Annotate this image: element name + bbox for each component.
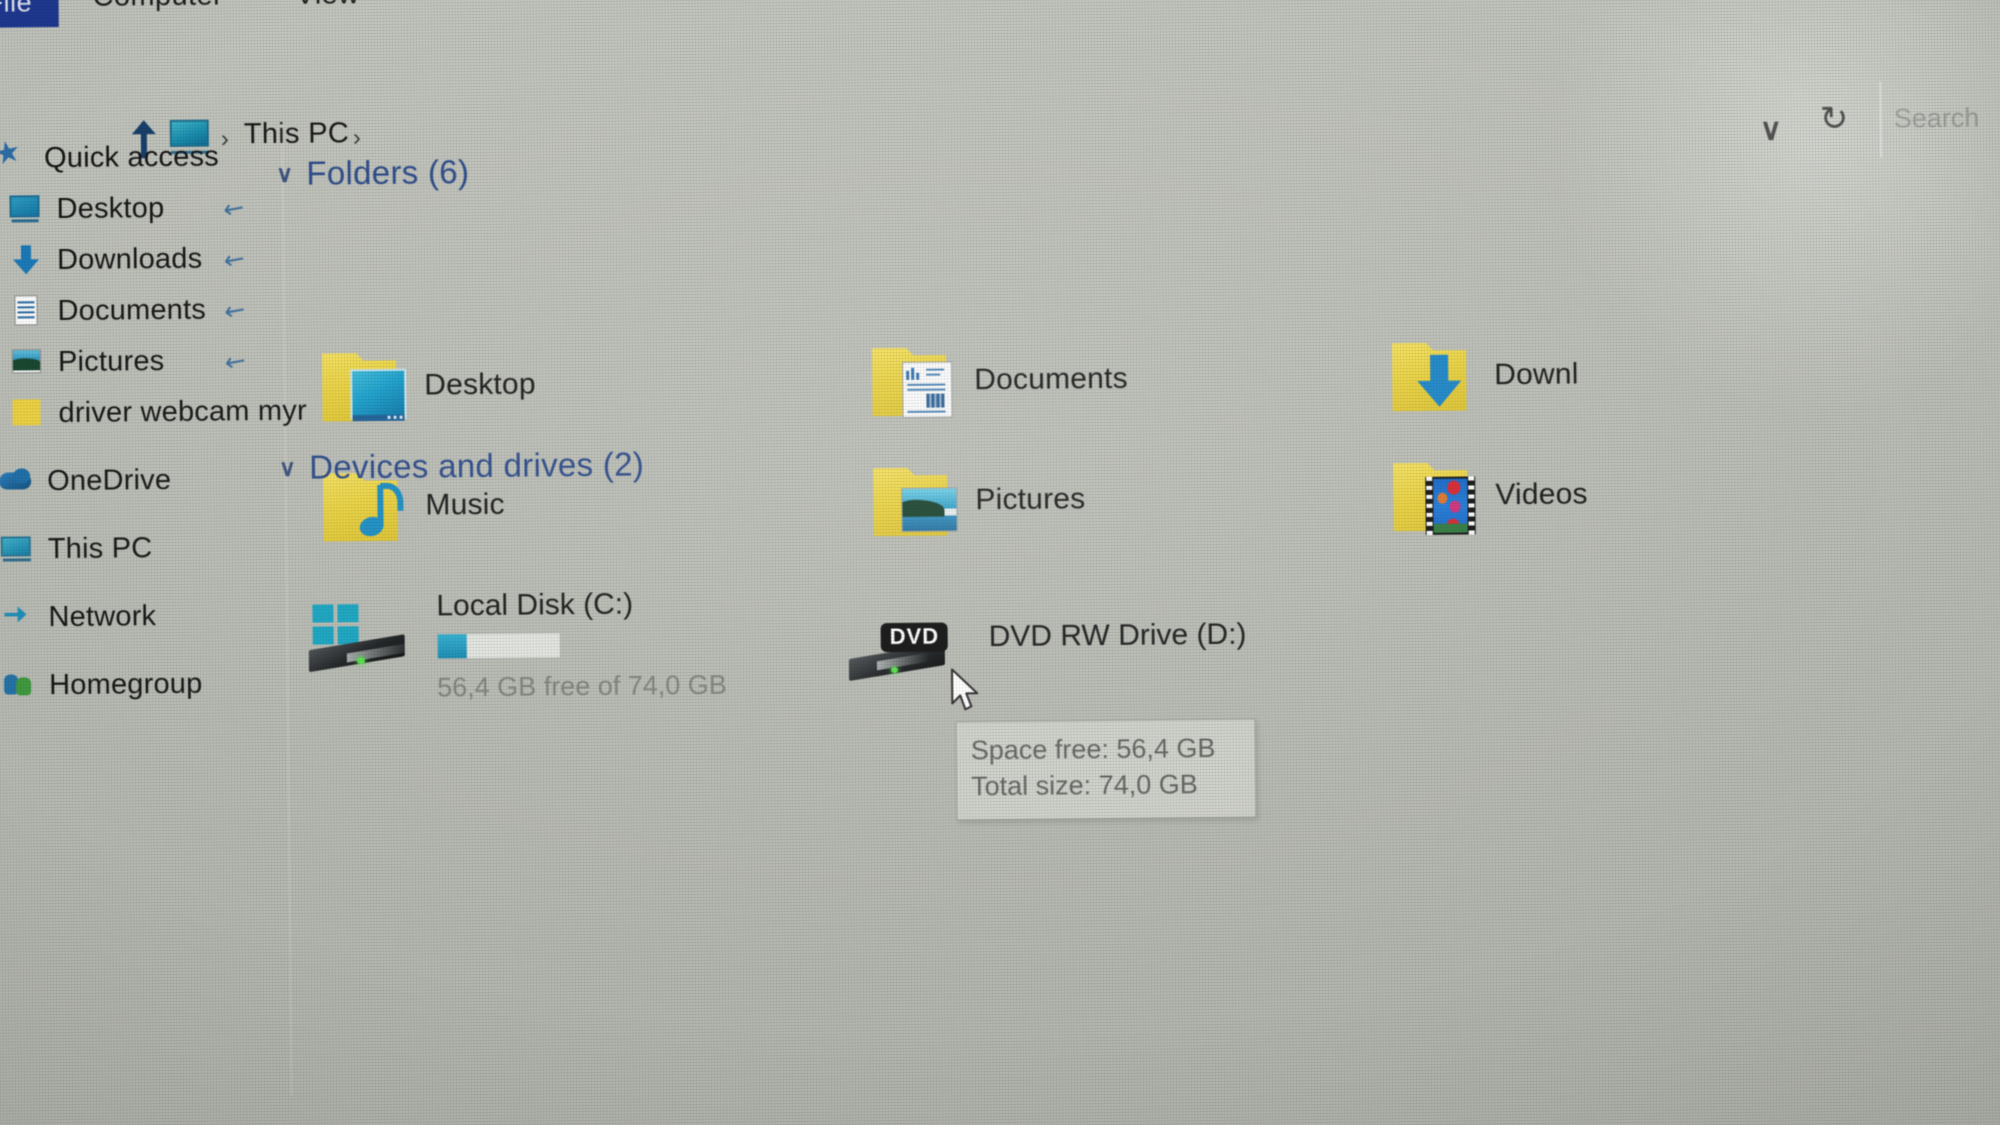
folder-downloads-icon <box>1392 334 1479 417</box>
folder-item-desktop[interactable]: Desktop <box>322 343 536 427</box>
folder-documents-icon <box>872 339 959 422</box>
folder-item-pictures[interactable]: Pictures <box>873 458 1086 542</box>
folder-item-label: Downl <box>1494 357 1579 392</box>
drive-label: Local Disk (C:) <box>436 587 634 623</box>
sidebar-item-driver-webcam-myr[interactable]: driver webcam myr <box>0 386 307 439</box>
group-header-label: Devices and drives (2) <box>309 445 645 486</box>
pin-icon[interactable]: ↙ <box>218 292 253 328</box>
sidebar-item-label: Downloads <box>56 242 203 276</box>
tooltip-line-total-size: Total size: 74,0 GB <box>970 769 1198 802</box>
sidebar-item-label: This PC <box>47 531 153 565</box>
folder-icon <box>10 396 44 430</box>
pictures-icon <box>10 345 44 379</box>
network-icon <box>0 600 34 634</box>
drive-tooltip: Space free: 56,4 GB Total size: 74,0 GB <box>955 718 1257 821</box>
documents-icon <box>9 294 43 328</box>
downloads-icon <box>9 243 43 277</box>
folder-item-downloads[interactable]: Downl <box>1392 333 1579 417</box>
onedrive-cloud-icon <box>0 464 33 498</box>
sidebar-item-label: OneDrive <box>47 463 172 497</box>
folder-item-label: Videos <box>1495 477 1588 512</box>
capacity-bar <box>436 632 561 660</box>
folder-item-label: Desktop <box>424 367 536 402</box>
photographed-screen: File Computer View › Local Disk (C:) Thi… <box>0 0 2000 1125</box>
tab-file[interactable]: File <box>0 0 59 28</box>
navigation-pane: Quick access Desktop ↙ Downloads ↙ <box>0 131 307 1094</box>
sidebar-item-network[interactable]: Network <box>0 590 287 643</box>
star-pin-icon <box>0 141 30 175</box>
tab-computer[interactable]: Computer <box>92 0 223 14</box>
sidebar-item-homegroup[interactable]: Homegroup <box>0 658 287 711</box>
this-pc-icon <box>0 532 34 566</box>
pin-icon[interactable]: ↙ <box>217 190 252 226</box>
tab-file-label: File <box>0 0 33 18</box>
sidebar-item-label: Quick access <box>43 139 220 174</box>
windows-hard-drive-icon <box>306 604 417 681</box>
ribbon-tab-strip: File Computer View <box>0 0 2000 32</box>
desktop-icon <box>8 192 42 226</box>
sidebar-item-this-pc[interactable]: This PC <box>0 522 286 575</box>
address-bar: › Local Disk (C:) This PC › ∨ ↻ Search <box>0 30 2000 158</box>
sidebar-item-downloads[interactable]: Downloads ↙ <box>0 233 283 286</box>
tab-view[interactable]: View <box>295 0 359 12</box>
folder-videos-icon <box>1393 454 1480 537</box>
file-explorer-window: File Computer View › Local Disk (C:) Thi… <box>0 0 2000 1125</box>
sidebar-item-documents[interactable]: Documents ↙ <box>0 284 284 337</box>
sidebar-item-label: Pictures <box>57 344 165 378</box>
drive-label: DVD RW Drive (D:) <box>988 617 1247 654</box>
sidebar-item-onedrive[interactable]: OneDrive <box>0 454 285 507</box>
folder-pictures-icon <box>873 459 960 542</box>
sidebar-item-label: Homegroup <box>48 667 203 701</box>
chevron-down-icon[interactable]: ∨ <box>279 454 296 481</box>
homegroup-icon <box>1 668 35 702</box>
chevron-down-icon[interactable]: ∨ <box>276 160 293 187</box>
mouse-cursor <box>950 668 984 716</box>
dvd-drive-icon: DVD <box>847 622 958 703</box>
sidebar-item-label: Documents <box>57 293 207 327</box>
folder-item-label: Documents <box>974 361 1128 397</box>
pin-icon[interactable]: ↙ <box>218 241 253 277</box>
sidebar-item-pictures[interactable]: Pictures ↙ <box>0 335 284 388</box>
folder-item-videos[interactable]: Videos <box>1393 453 1588 537</box>
folder-item-documents[interactable]: Documents <box>872 338 1128 422</box>
folder-item-label: Music <box>425 487 505 522</box>
sidebar-item-quick-access[interactable]: Quick access <box>0 131 282 184</box>
pin-icon[interactable]: ↙ <box>219 343 254 379</box>
sidebar-item-label: Desktop <box>56 191 165 225</box>
sidebar-item-label: driver webcam myr <box>58 394 307 429</box>
group-header-folders[interactable]: ∨ Folders (6) <box>276 153 469 193</box>
group-header-label: Folders (6) <box>306 153 470 192</box>
tooltip-line-space-free: Space free: 56,4 GB <box>970 732 1216 766</box>
capacity-text: 56,4 GB free of 74,0 GB <box>437 669 727 703</box>
group-header-devices[interactable]: ∨ Devices and drives (2) <box>279 445 644 487</box>
sidebar-item-desktop[interactable]: Desktop ↙ <box>0 182 283 235</box>
content-pane: ∨ Folders (6) Desktop Documents Downl Mu… <box>276 114 2000 1091</box>
folder-item-label: Pictures <box>975 482 1086 517</box>
folder-desktop-icon <box>322 345 409 428</box>
dvd-badge: DVD <box>880 622 949 653</box>
sidebar-item-label: Network <box>48 599 157 633</box>
